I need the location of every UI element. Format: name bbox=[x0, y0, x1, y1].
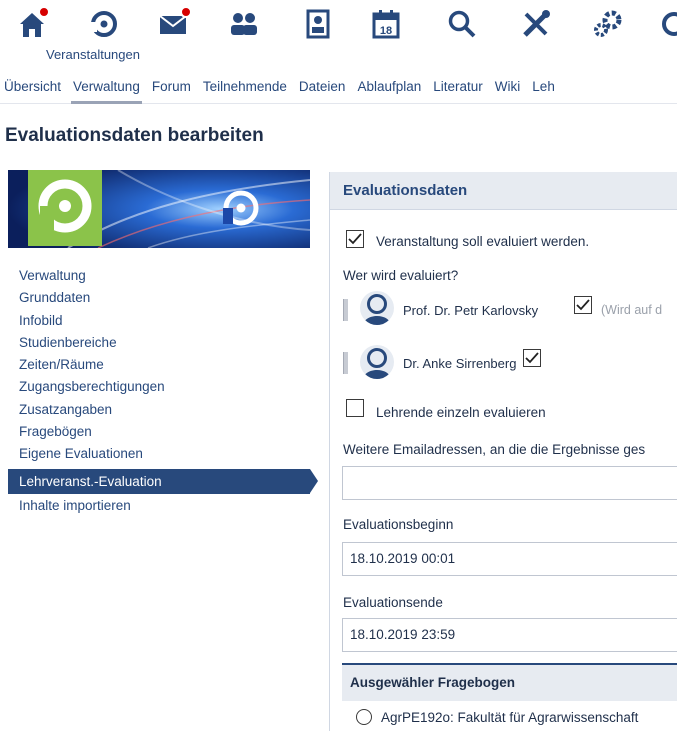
top-navigation: 18 Veranstaltungen bbox=[0, 0, 677, 68]
sidebar-item-frageboegen[interactable]: Fragebögen bbox=[8, 421, 310, 443]
panel-header: Evaluationsdaten bbox=[330, 172, 677, 210]
evaluate-label: Veranstaltung soll evaluiert werden. bbox=[376, 234, 590, 249]
sidebar-item-eigene-evaluationen[interactable]: Eigene Evaluationen bbox=[8, 443, 310, 465]
home-icon[interactable] bbox=[12, 6, 52, 42]
sidebar-item-lehrveranst-evaluation[interactable]: Lehrveranst.-Evaluation bbox=[8, 468, 318, 494]
sidebar-item-inhalte-importieren[interactable]: Inhalte importieren bbox=[8, 495, 310, 517]
active-nav-label: Veranstaltungen bbox=[46, 47, 140, 62]
sidebar-item-infobild[interactable]: Infobild bbox=[8, 310, 310, 332]
tab-literatur[interactable]: Literatur bbox=[427, 70, 489, 104]
questionnaire-header: Ausgewähler Fragebogen bbox=[342, 663, 677, 701]
tab-wiki[interactable]: Wiki bbox=[489, 70, 527, 104]
evaluate-checkbox[interactable] bbox=[346, 230, 364, 248]
teacher-name: Prof. Dr. Petr Karlovsky bbox=[403, 303, 539, 318]
sidebar-item-zugangsberechtigungen[interactable]: Zugangsberechtigungen bbox=[8, 376, 310, 398]
tab-ablaufplan[interactable]: Ablaufplan bbox=[351, 70, 427, 104]
drag-handle[interactable] bbox=[343, 299, 348, 321]
individual-evaluation-checkbox[interactable] bbox=[346, 399, 364, 417]
tab-uebersicht[interactable]: Übersicht bbox=[0, 70, 67, 104]
courses-icon[interactable] bbox=[84, 6, 124, 42]
tab-dateien[interactable]: Dateien bbox=[293, 70, 352, 104]
start-date-input[interactable]: 18.10.2019 00:01 bbox=[342, 542, 677, 576]
avatar bbox=[360, 291, 394, 325]
sidebar-item-zeiten-raeume[interactable]: Zeiten/Räume bbox=[8, 354, 310, 376]
course-banner bbox=[8, 170, 310, 248]
start-label: Evaluationsbeginn bbox=[343, 517, 454, 532]
calendar-icon[interactable]: 18 bbox=[364, 6, 408, 42]
questionnaire-option-label: AgrPE192o: Fakultät für Agrarwissenschaf… bbox=[381, 710, 639, 725]
messages-badge bbox=[180, 6, 192, 18]
teacher-checkbox[interactable] bbox=[523, 349, 541, 367]
user-icon bbox=[363, 348, 391, 379]
home-badge bbox=[38, 6, 50, 18]
drag-handle[interactable] bbox=[343, 352, 348, 374]
search-icon[interactable] bbox=[440, 6, 484, 42]
tab-teilnehmende[interactable]: Teilnehmende bbox=[197, 70, 293, 104]
calendar-day: 18 bbox=[380, 25, 392, 37]
community-icon[interactable] bbox=[222, 6, 266, 42]
course-tabs: Übersicht Verwaltung Forum Teilnehmende … bbox=[0, 70, 677, 104]
user-icon bbox=[363, 294, 391, 325]
check-icon bbox=[525, 352, 539, 364]
who-label: Wer wird evaluiert? bbox=[343, 268, 459, 283]
sidebar-item-grunddaten[interactable]: Grunddaten bbox=[8, 287, 310, 309]
banner-graphic bbox=[8, 170, 310, 248]
teacher-name: Dr. Anke Sirrenberg bbox=[403, 356, 517, 371]
tab-forum[interactable]: Forum bbox=[146, 70, 197, 104]
sidebar-item-zusatzangaben[interactable]: Zusatzangaben bbox=[8, 399, 310, 421]
end-date-input[interactable]: 18.10.2019 23:59 bbox=[342, 618, 677, 652]
sidebar-item-verwaltung[interactable]: Verwaltung bbox=[8, 265, 310, 287]
admin-icon[interactable] bbox=[586, 6, 630, 42]
check-icon bbox=[576, 299, 590, 311]
page-title: Evaluationsdaten bearbeiten bbox=[5, 125, 264, 146]
avatar bbox=[360, 345, 394, 379]
sidebar-item-studienbereiche[interactable]: Studienbereiche bbox=[8, 332, 310, 354]
emails-input[interactable] bbox=[342, 466, 677, 500]
individual-evaluation-label: Lehrende einzeln evaluieren bbox=[376, 405, 546, 420]
tools-icon[interactable] bbox=[514, 6, 558, 42]
more-icon[interactable] bbox=[650, 6, 677, 42]
check-icon bbox=[348, 233, 362, 245]
messages-icon[interactable] bbox=[152, 6, 196, 42]
profile-icon[interactable] bbox=[300, 6, 336, 42]
tab-verwaltung[interactable]: Verwaltung bbox=[67, 70, 146, 104]
questionnaire-radio[interactable] bbox=[356, 709, 372, 725]
sidebar-nav: Verwaltung Grunddaten Infobild Studienbe… bbox=[8, 265, 318, 517]
teacher-checkbox[interactable] bbox=[574, 296, 592, 314]
tab-lehre[interactable]: Leh bbox=[526, 70, 561, 104]
teacher-note: (Wird auf d bbox=[601, 303, 663, 317]
evaluation-form-panel: Evaluationsdaten Veranstaltung soll eval… bbox=[329, 172, 677, 731]
emails-label: Weitere Emailadressen, an die die Ergebn… bbox=[343, 442, 646, 457]
end-label: Evaluationsende bbox=[343, 595, 443, 610]
